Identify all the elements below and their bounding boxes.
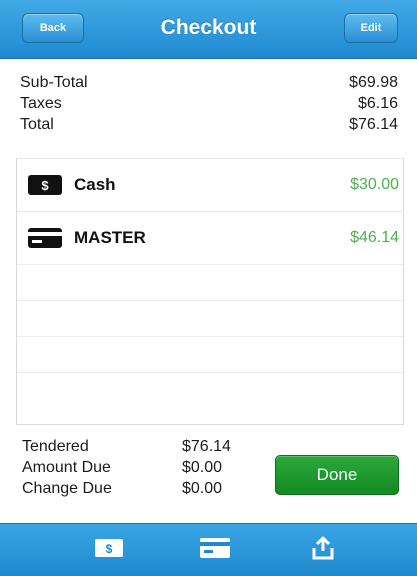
tendered-value: $76.14 [182,438,231,455]
amount-due-value: $0.00 [182,459,223,476]
payment-summary: Tendered $76.14 Amount Due $0.00 Change … [22,436,262,499]
cash-icon-symbol: $ [41,178,49,193]
total-row: Total $76.14 [20,114,398,135]
payment-row-master[interactable]: MASTER $46.14 [17,211,403,264]
payment-label-master: MASTER [74,228,146,247]
bottom-toolbar: $ [0,523,417,576]
subtotal-label: Sub-Total [20,74,88,91]
payment-list: $ Cash $30.00 MASTER $46.14 [16,158,404,425]
toolbar-cash-symbol: $ [106,542,113,556]
cash-icon: $ [27,174,63,196]
totals-section: Sub-Total $69.98 Taxes $6.16 Total $76.1… [20,72,398,135]
share-icon [310,535,336,566]
empty-list-row [17,336,403,372]
subtotal-row: Sub-Total $69.98 [20,72,398,93]
edit-button[interactable]: Edit [344,13,398,43]
total-value: $76.14 [349,116,398,133]
toolbar-card-button[interactable] [195,534,235,566]
change-due-row: Change Due $0.00 [22,478,262,499]
amount-due-row: Amount Due $0.00 [22,457,262,478]
payment-label-cash: Cash [74,175,116,194]
change-due-value: $0.00 [182,480,223,497]
done-button[interactable]: Done [275,455,399,495]
tendered-row: Tendered $76.14 [22,436,262,457]
subtotal-value: $69.98 [349,74,398,91]
change-due-label: Change Due [22,480,112,497]
navigation-bar: Back Checkout Edit [0,0,417,59]
credit-card-icon [199,537,231,564]
amount-due-label: Amount Due [22,459,111,476]
empty-list-row [17,264,403,300]
payment-row-cash[interactable]: $ Cash $30.00 [17,158,403,211]
total-label: Total [20,116,54,133]
taxes-value: $6.16 [357,95,398,112]
empty-list-row [17,300,403,336]
taxes-label: Taxes [20,95,62,112]
cash-icon: $ [94,538,124,563]
taxes-row: Taxes $6.16 [20,93,398,114]
payment-amount-master: $46.14 [350,229,399,246]
toolbar-cash-button[interactable]: $ [89,534,129,566]
toolbar-share-button[interactable] [303,534,343,566]
empty-list-row [17,372,403,408]
payment-amount-cash: $30.00 [350,176,399,193]
tendered-label: Tendered [22,438,89,455]
credit-card-icon [27,227,63,249]
